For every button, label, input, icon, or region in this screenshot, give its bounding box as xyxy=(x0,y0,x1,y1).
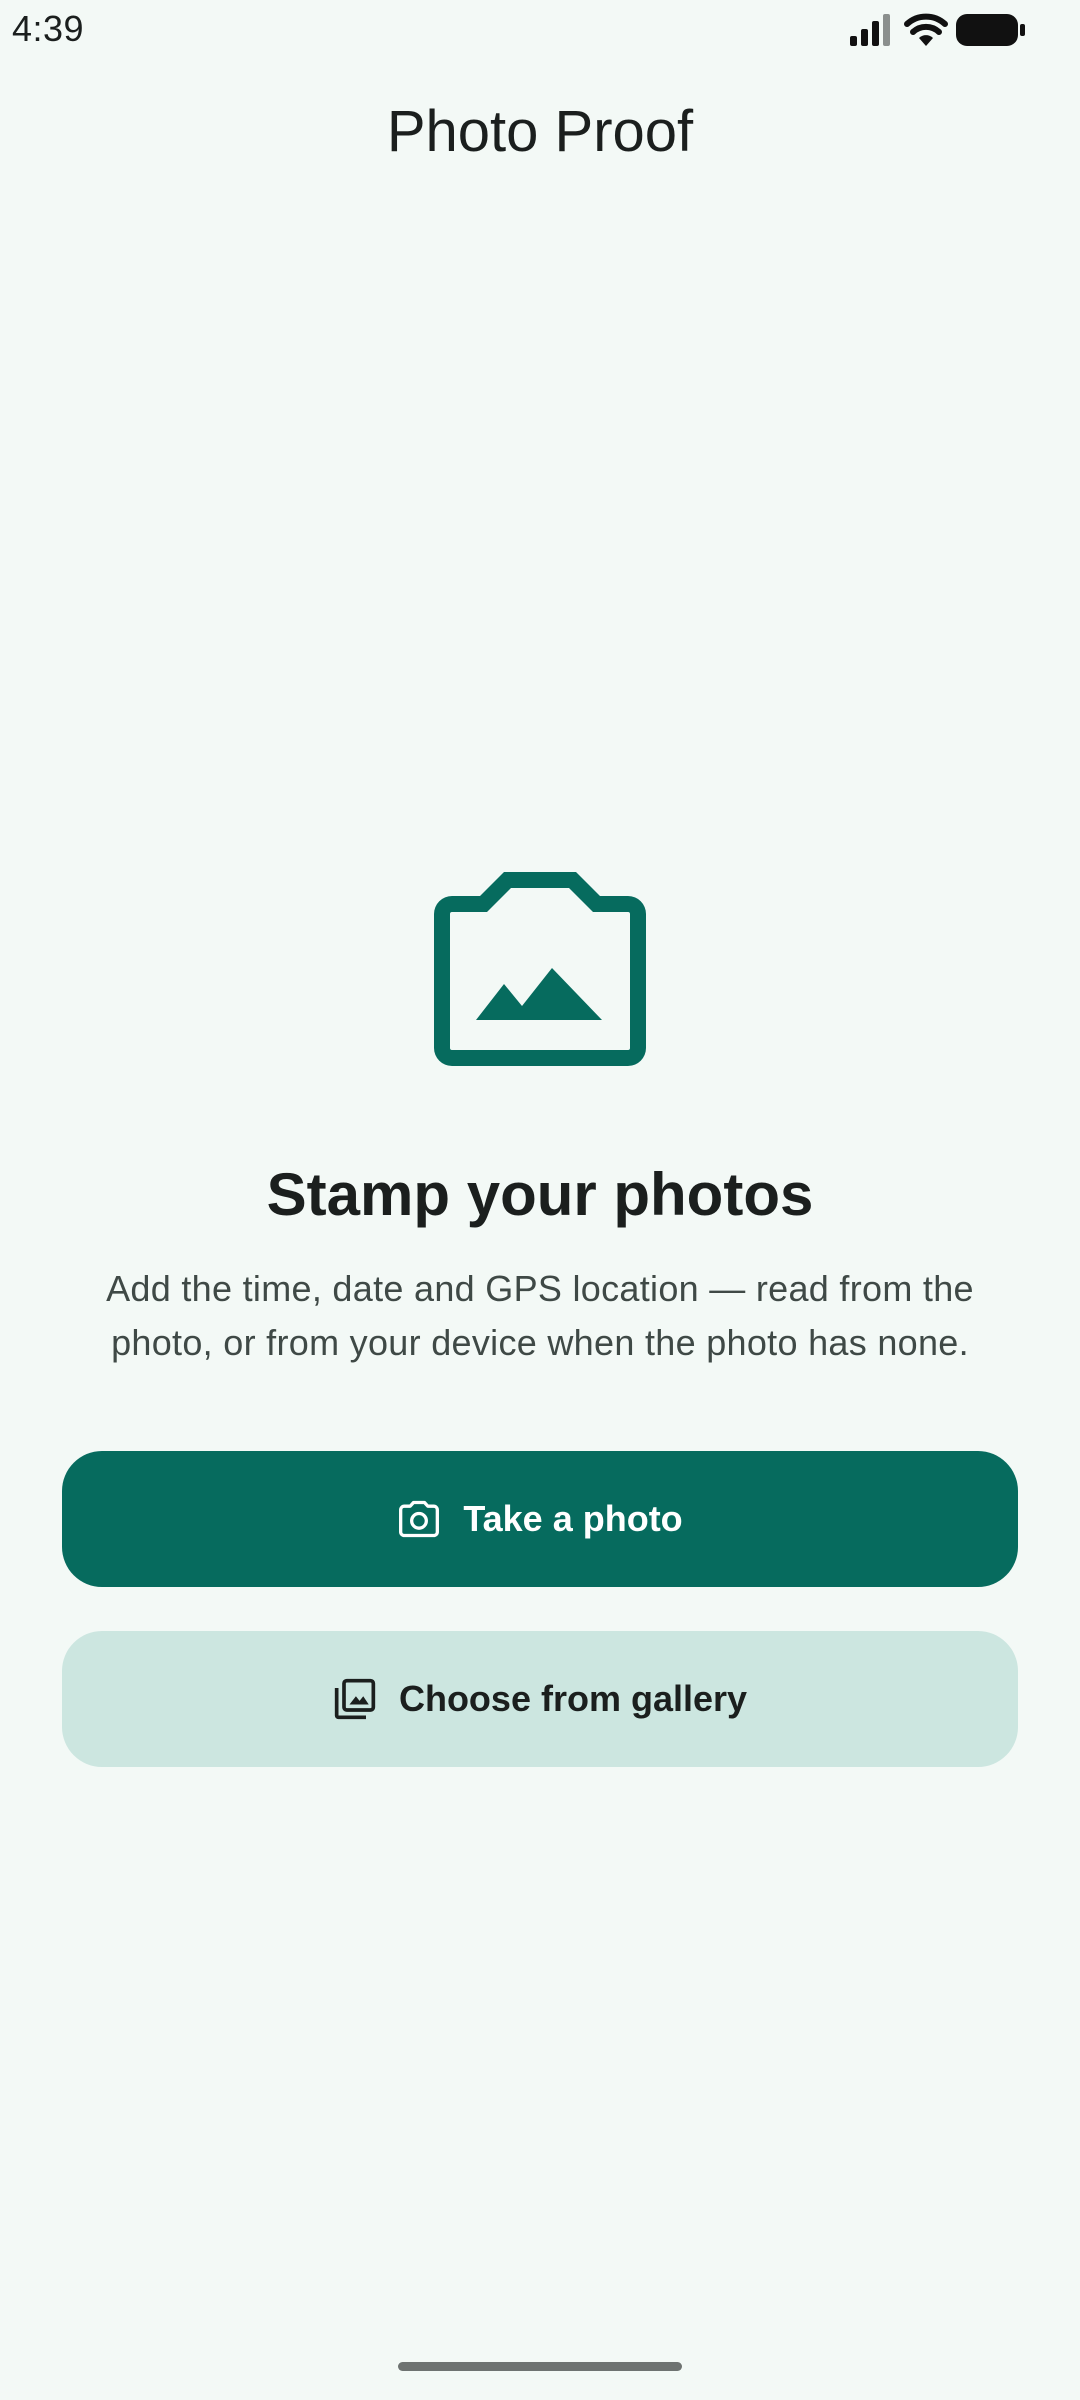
status-time: 4:39 xyxy=(12,8,85,49)
take-photo-button[interactable]: Take a photo xyxy=(62,1451,1018,1587)
home-indicator[interactable] xyxy=(398,2362,682,2371)
description: Add the time, date and GPS location — re… xyxy=(106,1268,974,1363)
take-photo-label: Take a photo xyxy=(463,1498,683,1539)
app-title: Photo Proof xyxy=(386,99,694,164)
wifi-icon xyxy=(904,13,948,46)
camera-icon xyxy=(397,1497,441,1541)
camera-image-icon xyxy=(434,872,646,1066)
photo-library-icon xyxy=(333,1677,377,1721)
battery-icon xyxy=(956,14,1025,46)
choose-from-gallery-button[interactable]: Choose from gallery xyxy=(62,1631,1018,1767)
headline: Stamp your photos xyxy=(266,1161,814,1228)
status-bar: 4:39 xyxy=(0,0,1080,60)
choose-from-gallery-label: Choose from gallery xyxy=(398,1678,748,1719)
cellular-signal-icon xyxy=(850,14,890,46)
